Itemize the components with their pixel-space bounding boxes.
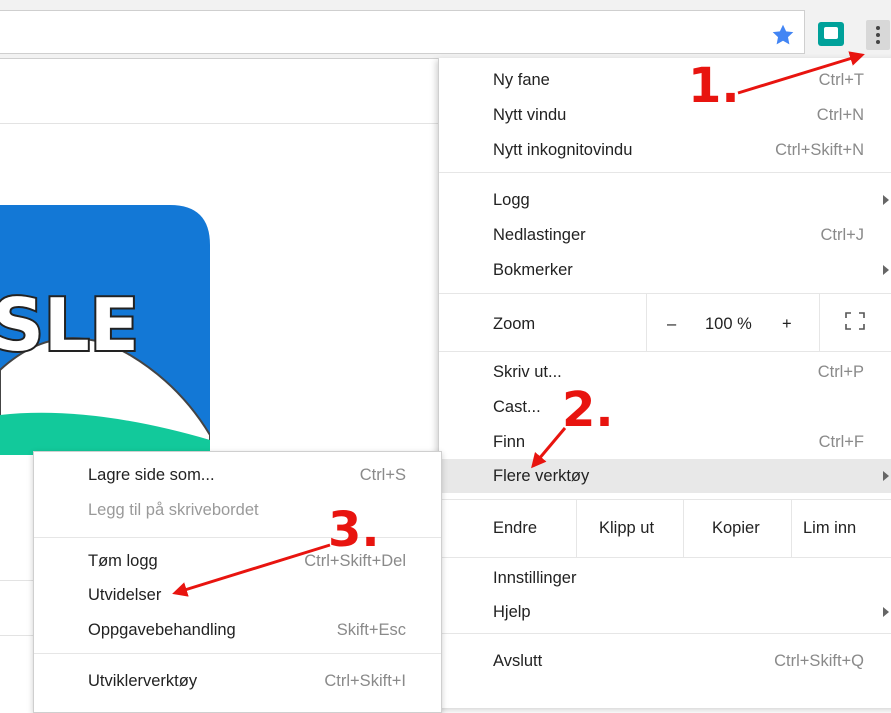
- chevron-right-icon: [883, 265, 889, 275]
- menu-item-print[interactable]: Skriv ut... Ctrl+P: [439, 355, 891, 389]
- menu-separator: [439, 499, 891, 500]
- menu-separator: [439, 172, 891, 173]
- menu-separator: [646, 294, 647, 351]
- menu-item-more-tools[interactable]: Flere verktøy: [439, 459, 891, 493]
- chevron-right-icon: [883, 607, 889, 617]
- menu-item-new-tab[interactable]: Ny fane Ctrl+T: [439, 63, 891, 97]
- edit-label: Endre: [493, 519, 538, 537]
- submenu-item-task-manager[interactable]: Oppgavebehandling Skift+Esc: [34, 613, 441, 647]
- menu-item-new-window[interactable]: Nytt vindu Ctrl+N: [439, 98, 891, 132]
- menu-item-exit[interactable]: Avslutt Ctrl+Skift+Q: [439, 644, 891, 678]
- menu-separator: [439, 351, 891, 352]
- zoom-value: 100 %: [705, 315, 752, 333]
- menu-item-cast[interactable]: Cast...: [439, 390, 891, 424]
- menu-separator: [439, 293, 891, 294]
- menu-separator: [819, 294, 820, 351]
- page-divider: [0, 123, 440, 124]
- zoom-in-button[interactable]: +: [782, 310, 792, 338]
- submenu-item-clear-history[interactable]: Tøm logg Ctrl+Skift+Del: [34, 544, 441, 578]
- star-icon[interactable]: [770, 22, 796, 48]
- browser-toolbar: [0, 0, 891, 59]
- submenu-item-save-page[interactable]: Lagre side som... Ctrl+S: [34, 458, 441, 492]
- menu-separator: [439, 633, 891, 634]
- chevron-right-icon: [883, 471, 889, 481]
- paste-button[interactable]: Lim inn: [803, 513, 856, 543]
- annotation-step-3: 3.: [328, 502, 380, 558]
- extension-icon[interactable]: [818, 22, 844, 46]
- cut-button[interactable]: Klipp ut: [599, 513, 654, 543]
- page-divider: [0, 580, 35, 581]
- fullscreen-icon[interactable]: [845, 312, 865, 330]
- site-logo: SLE: [0, 205, 210, 455]
- submenu-item-extensions[interactable]: Utvidelser: [34, 578, 441, 612]
- chrome-main-menu: Ny fane Ctrl+T Nytt vindu Ctrl+N Nytt in…: [438, 58, 891, 708]
- menu-item-help[interactable]: Hjelp: [439, 595, 891, 629]
- menu-item-history[interactable]: Logg: [439, 183, 891, 217]
- menu-separator: [683, 500, 684, 557]
- menu-item-new-incognito[interactable]: Nytt inkognitovindu Ctrl+Skift+N: [439, 133, 891, 167]
- menu-item-bookmarks[interactable]: Bokmerker: [439, 253, 891, 287]
- submenu-item-add-to-desktop: Legg til på skrivebordet: [88, 501, 259, 519]
- menu-separator: [439, 557, 891, 558]
- more-tools-submenu: Lagre side som... Ctrl+S Legg til på skr…: [33, 451, 442, 713]
- submenu-item-developer-tools[interactable]: Utviklerverktøy Ctrl+Skift+I: [34, 664, 441, 698]
- chevron-right-icon: [883, 195, 889, 205]
- page-divider: [0, 635, 35, 636]
- menu-item-find[interactable]: Finn Ctrl+F: [439, 425, 891, 459]
- annotation-step-2: 2.: [562, 382, 614, 438]
- copy-button[interactable]: Kopier: [712, 513, 760, 543]
- address-bar[interactable]: [0, 10, 805, 54]
- menu-separator: [34, 537, 441, 538]
- annotation-step-1: 1.: [688, 58, 740, 114]
- zoom-out-button[interactable]: –: [667, 310, 676, 338]
- more-vert-icon[interactable]: [866, 20, 890, 50]
- zoom-label: Zoom: [493, 315, 536, 333]
- menu-item-downloads[interactable]: Nedlastinger Ctrl+J: [439, 218, 891, 252]
- menu-item-settings[interactable]: Innstillinger: [439, 561, 891, 595]
- menu-separator: [791, 500, 792, 557]
- menu-separator: [576, 500, 577, 557]
- menu-separator: [34, 653, 441, 654]
- logo-text: SLE: [0, 283, 139, 367]
